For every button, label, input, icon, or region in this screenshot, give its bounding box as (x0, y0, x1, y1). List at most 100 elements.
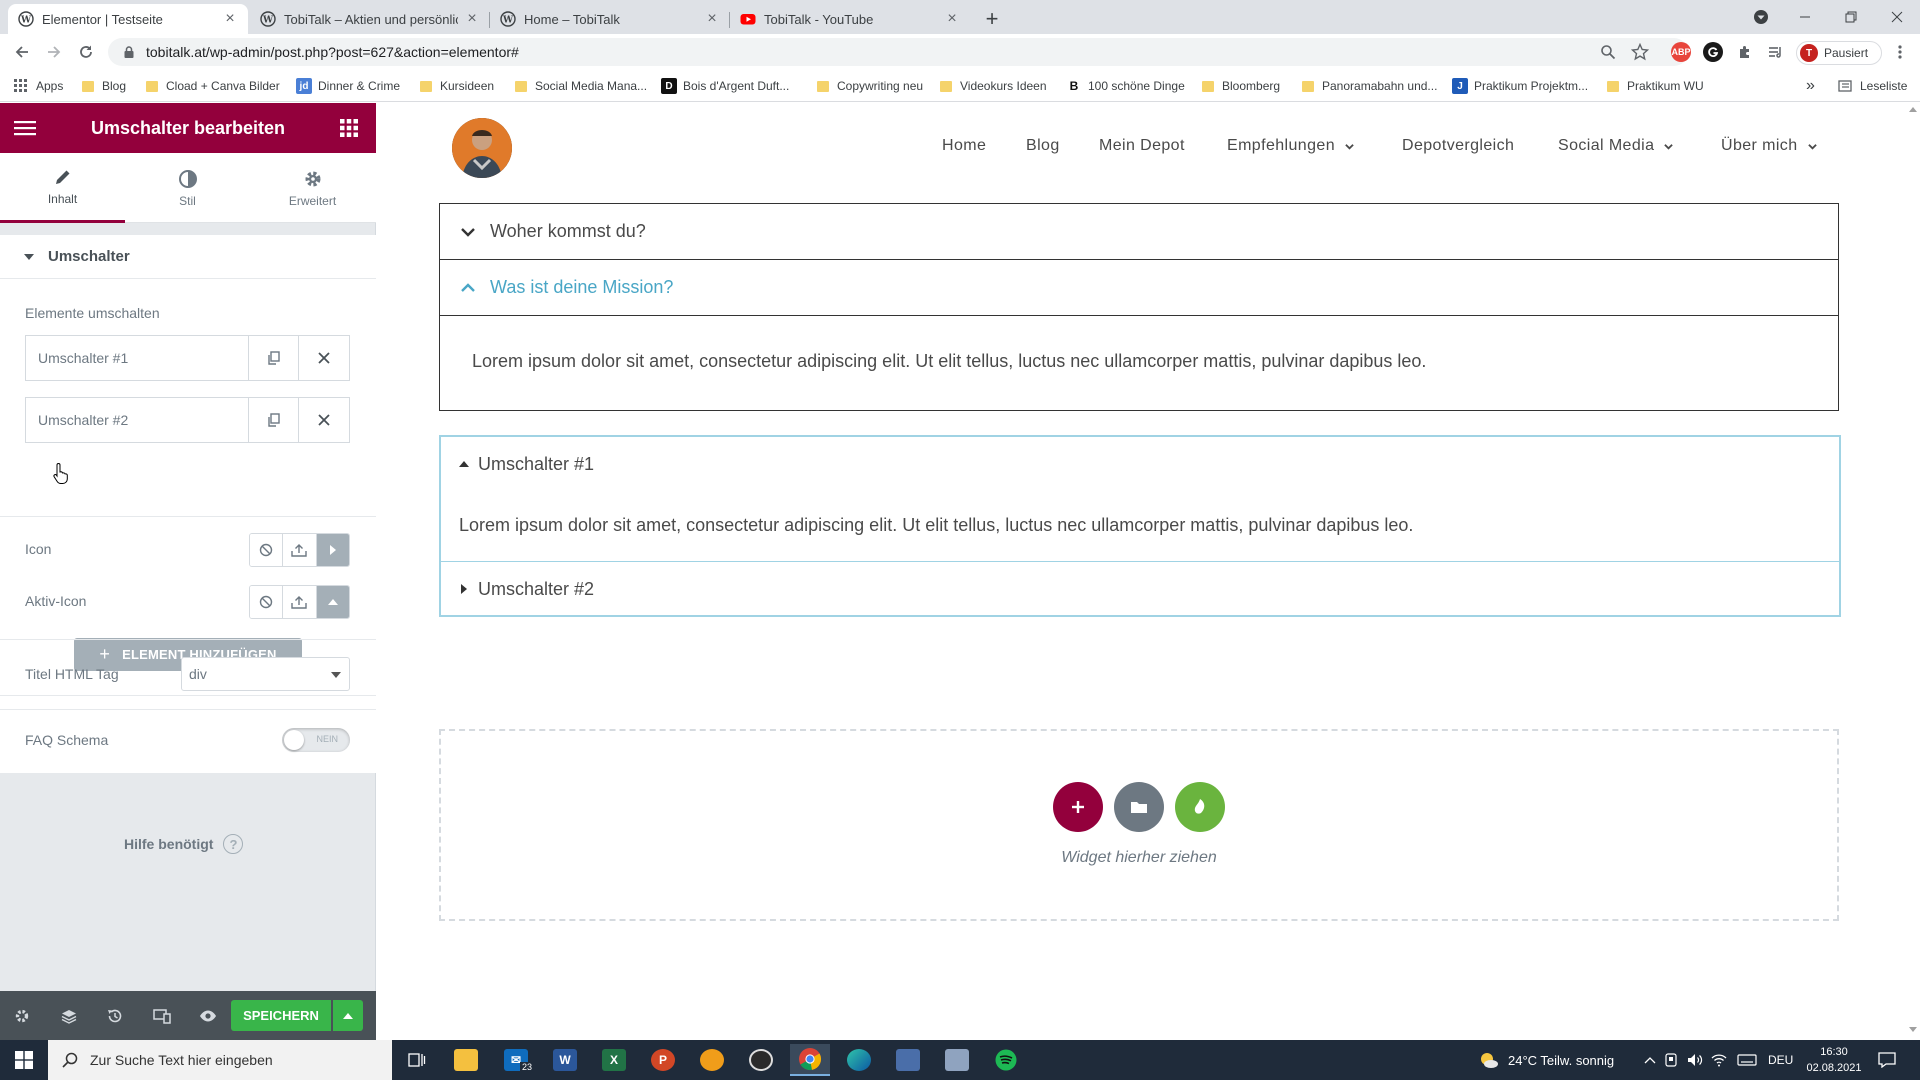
language-indicator[interactable]: DEU (1768, 1040, 1793, 1080)
taskbar-edge[interactable] (839, 1044, 879, 1076)
nav-empfehlungen[interactable]: Empfehlungen (1227, 134, 1354, 158)
responsive-mode-icon[interactable] (152, 1006, 172, 1026)
upload-icon-button[interactable] (283, 586, 317, 618)
tray-overflow-icon[interactable] (1644, 1040, 1656, 1080)
add-section-button[interactable] (1053, 782, 1103, 832)
minimize-window-button[interactable] (1782, 0, 1828, 34)
browser-tab-elementor[interactable]: W Elementor | Testseite × (8, 4, 248, 34)
new-tab-button[interactable]: + (978, 6, 1006, 34)
bookmark-blog[interactable]: Blog (82, 77, 126, 95)
taskbar-search-input[interactable]: Zur Suche Text hier eingeben (48, 1040, 392, 1080)
close-tab-icon[interactable]: × (704, 11, 720, 27)
volume-icon[interactable] (1687, 1040, 1703, 1080)
browser-tab-youtube[interactable]: TobiTalk - YouTube × (730, 4, 970, 34)
taskbar-chrome[interactable] (790, 1044, 830, 1076)
hamburger-menu-icon[interactable] (14, 119, 36, 137)
notification-center-icon[interactable] (1878, 1040, 1896, 1080)
faq-schema-switch[interactable]: NEIN (282, 728, 350, 752)
site-logo-avatar[interactable] (452, 118, 512, 178)
tray-app-icon[interactable] (1664, 1040, 1678, 1080)
nav-ueber-mich[interactable]: Über mich (1721, 134, 1817, 158)
taskbar-word[interactable]: W (545, 1044, 585, 1076)
repeater-item-1[interactable]: Umschalter #1 (25, 335, 350, 381)
bookmark-praktikum-projekt[interactable]: J Praktikum Projektm... (1452, 77, 1588, 95)
tab-style[interactable]: Stil (125, 153, 250, 223)
upload-icon-button[interactable] (283, 534, 317, 566)
reading-list-button[interactable]: Leseliste (1838, 77, 1907, 95)
widgets-grid-icon[interactable] (340, 119, 358, 137)
zoom-icon[interactable] (1598, 42, 1618, 62)
preview-scrollbar[interactable] (1906, 103, 1920, 1040)
bookmark-bois-dargent[interactable]: D Bois d'Argent Duft... (661, 77, 789, 95)
back-button[interactable] (8, 38, 36, 66)
address-bar[interactable]: tobitalk.at/wp-admin/post.php?post=627&a… (108, 38, 1688, 66)
toggle-item-2-title[interactable]: Umschalter #2 (441, 562, 1839, 616)
more-menu-icon[interactable] (1890, 42, 1910, 62)
nav-home[interactable]: Home (942, 134, 986, 158)
taskbar-obs[interactable] (741, 1044, 781, 1076)
save-button[interactable]: SPEICHERN (231, 1000, 331, 1031)
taskbar-clock[interactable]: 16:30 02.08.2021 (1802, 1044, 1866, 1076)
nav-depotvergleich[interactable]: Depotvergleich (1402, 134, 1514, 158)
task-view-button[interactable] (396, 1044, 436, 1076)
taskbar-file-explorer[interactable] (446, 1044, 486, 1076)
bookmark-praktikum-wu[interactable]: Praktikum WU (1607, 77, 1704, 95)
taskbar-app-6[interactable] (692, 1044, 732, 1076)
close-window-button[interactable] (1874, 0, 1920, 34)
accordion-item-2-title[interactable]: Was ist deine Mission? (440, 260, 1838, 316)
remove-icon[interactable] (299, 336, 349, 380)
browser-tab-home-tobitalk[interactable]: W Home – TobiTalk × (490, 4, 730, 34)
close-tab-icon[interactable]: × (464, 11, 480, 27)
nav-mein-depot[interactable]: Mein Depot (1099, 134, 1185, 158)
bookmark-videokurs[interactable]: Videokurs Ideen (940, 77, 1047, 95)
weather-widget[interactable]: 24°C Teilw. sonnig (1478, 1040, 1614, 1080)
scroll-up-icon[interactable] (1909, 107, 1917, 112)
taskbar-excel[interactable]: X (594, 1044, 634, 1076)
add-template-button[interactable] (1114, 782, 1164, 832)
tab-search-icon[interactable] (1738, 0, 1784, 34)
bookmark-social-media[interactable]: Social Media Mana... (515, 77, 647, 95)
bookmark-apps[interactable]: Apps (14, 77, 63, 95)
adblock-extension-icon[interactable]: ABP (1671, 42, 1691, 62)
scroll-down-icon[interactable] (1909, 1027, 1917, 1032)
toggle-item-1-title[interactable]: Umschalter #1 (441, 437, 1839, 491)
taskbar-mail[interactable]: ✉ 23 (496, 1044, 536, 1076)
duplicate-icon[interactable] (249, 336, 299, 380)
bookmark-copywriting[interactable]: Copywriting neu (817, 77, 923, 95)
browser-tab-tobitalk-aktien[interactable]: W TobiTalk – Aktien und persönliche × (250, 4, 490, 34)
close-tab-icon[interactable]: × (944, 11, 960, 27)
accordion-item-1-title[interactable]: Woher kommst du? (440, 204, 1838, 260)
bookmark-100-dinge[interactable]: B 100 schöne Dinge (1066, 77, 1185, 95)
restore-window-button[interactable] (1828, 0, 1874, 34)
nav-blog[interactable]: Blog (1026, 134, 1060, 158)
repeater-item-title[interactable]: Umschalter #2 (26, 398, 249, 442)
navigator-layers-icon[interactable] (59, 1006, 79, 1026)
bookmark-panoramabahn[interactable]: Panoramabahn und... (1302, 77, 1437, 95)
repeater-item-title[interactable]: Umschalter #1 (26, 336, 249, 380)
network-icon[interactable] (1711, 1040, 1727, 1080)
grammarly-extension-icon[interactable] (1703, 42, 1723, 62)
bookmark-star-icon[interactable] (1630, 42, 1650, 62)
no-icon-button[interactable] (250, 586, 284, 618)
envato-kit-button[interactable] (1175, 782, 1225, 832)
widget-dropzone[interactable]: Widget hierher ziehen (439, 729, 1839, 921)
bookmark-cload-canva[interactable]: Cload + Canva Bilder (146, 77, 280, 95)
taskbar-powerpoint[interactable]: P (643, 1044, 683, 1076)
bookmark-kursideen[interactable]: Kursideen (420, 77, 494, 95)
icon-library-button[interactable] (316, 534, 349, 566)
help-link[interactable]: Hilfe benötigt ? (124, 834, 244, 854)
history-icon[interactable] (105, 1006, 125, 1026)
remove-icon[interactable] (299, 398, 349, 442)
no-icon-button[interactable] (250, 534, 284, 566)
repeater-item-2[interactable]: Umschalter #2 (25, 397, 350, 443)
save-options-button[interactable] (333, 1000, 363, 1031)
nav-social-media[interactable]: Social Media (1558, 134, 1674, 158)
keyboard-icon[interactable] (1737, 1040, 1757, 1080)
extensions-puzzle-icon[interactable] (1735, 42, 1755, 62)
profile-button[interactable]: T Pausiert (1796, 41, 1882, 65)
duplicate-icon[interactable] (249, 398, 299, 442)
tab-content[interactable]: Inhalt (0, 153, 125, 223)
bookmark-bloomberg[interactable]: Bloomberg (1202, 77, 1280, 95)
tab-advanced[interactable]: Erweitert (250, 153, 375, 223)
icon-library-button[interactable] (316, 586, 349, 618)
